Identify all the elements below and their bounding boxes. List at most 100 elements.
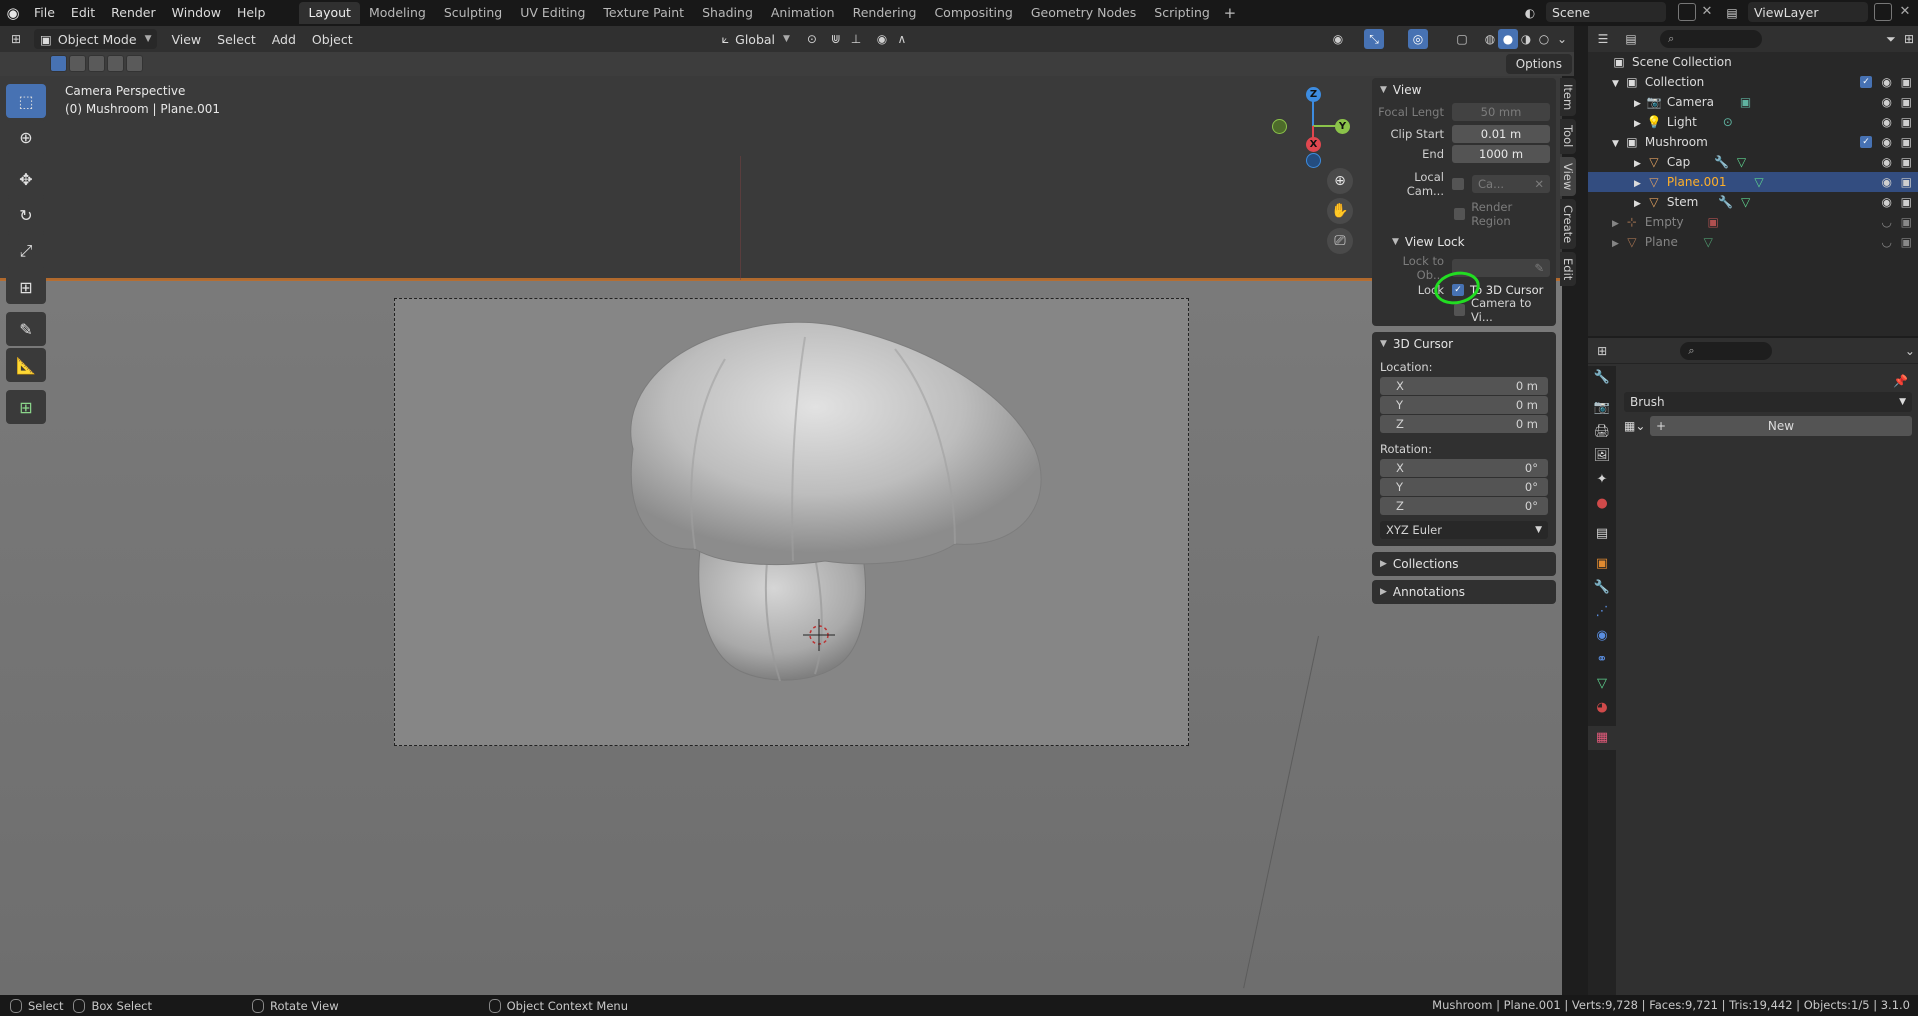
cursor-location-x[interactable]: X0 m — [1380, 377, 1548, 395]
mesh-data-icon[interactable]: ▽ — [1754, 175, 1763, 189]
tab-shading[interactable]: Shading — [693, 2, 762, 24]
transform-tool-icon[interactable]: ⊞ — [6, 270, 46, 304]
local-camera-field[interactable]: Ca... ✕ — [1472, 175, 1550, 193]
eye-icon[interactable]: ◉ — [1882, 92, 1892, 112]
tab-sculpting[interactable]: Sculpting — [435, 2, 511, 24]
render-camera-icon[interactable]: ▣ — [1901, 232, 1912, 252]
brush-dropdown[interactable]: Brush ▼ — [1624, 392, 1912, 412]
pin-icon[interactable]: 📌 — [1893, 374, 1908, 388]
rotate-tool-icon[interactable]: ↻ — [6, 198, 46, 232]
view-lock-header[interactable]: ▼ View Lock — [1372, 230, 1556, 254]
expand-arrow-icon[interactable]: ▼ — [1612, 79, 1619, 89]
cursor-location-z[interactable]: Z0 m — [1380, 415, 1548, 433]
outliner-row-mushroom[interactable]: ▼ ▣ Mushroom ✓ ◉ ▣ — [1588, 132, 1918, 152]
tab-view[interactable]: View — [1560, 156, 1576, 196]
expand-arrow-icon[interactable]: ▶ — [1612, 219, 1619, 229]
filter-icon[interactable]: ⏷ — [1882, 29, 1900, 49]
outliner-row-plane[interactable]: ▶ ▽ Plane ▽ ◡ ▣ — [1588, 232, 1918, 252]
gizmo-x-axis[interactable]: X — [1306, 137, 1321, 152]
gizmo-y-axis[interactable]: Y — [1335, 119, 1350, 134]
menu-select[interactable]: Select — [209, 32, 264, 47]
new-texture-button[interactable]: + New — [1650, 416, 1912, 436]
tab-compositing[interactable]: Compositing — [925, 2, 1021, 24]
tab-geometry-nodes[interactable]: Geometry Nodes — [1022, 2, 1145, 24]
texture-browse-button[interactable]: ▦⌄ — [1624, 416, 1648, 436]
mesh-data-icon[interactable]: ▽ — [1741, 195, 1750, 209]
mesh-data-icon[interactable]: ▽ — [1737, 155, 1746, 169]
particles-tab-icon[interactable]: ⋰ — [1588, 600, 1616, 624]
cursor-rotation-z[interactable]: Z 0° — [1380, 497, 1548, 515]
measure-tool-icon[interactable]: 📐 — [6, 348, 46, 382]
properties-search-input[interactable]: ⌕ — [1680, 341, 1772, 360]
render-tab-icon[interactable]: 📷 — [1588, 396, 1616, 420]
object-tab-icon[interactable]: ▣ — [1588, 552, 1616, 576]
outliner-row-scene-collection[interactable]: ▣ Scene Collection — [1588, 52, 1918, 72]
properties-editor-type-icon[interactable]: ⊞ — [1594, 341, 1610, 361]
collections-header[interactable]: ▶ Collections — [1372, 552, 1556, 576]
tab-item[interactable]: Item — [1560, 78, 1576, 117]
outliner-row-cap[interactable]: ▶ ▽ Cap 🔧 ▽ ◉ ▣ — [1588, 152, 1918, 172]
data-tab-icon[interactable]: ▽ — [1588, 672, 1616, 696]
gizmo-z-axis[interactable]: Z — [1306, 87, 1321, 102]
select-extend-icon[interactable] — [69, 55, 86, 72]
world-tab-icon[interactable]: ● — [1588, 492, 1616, 516]
modifier-wrench-icon[interactable]: 🔧 — [1718, 195, 1733, 209]
select-box-tool-icon[interactable]: ⬚ — [6, 84, 46, 118]
tab-scripting[interactable]: Scripting — [1145, 2, 1219, 24]
tab-create[interactable]: Create — [1560, 198, 1576, 250]
visibility-icon[interactable]: ◉ — [1328, 29, 1348, 49]
expand-arrow-icon[interactable]: ▼ — [1612, 139, 1619, 149]
menu-file[interactable]: File — [26, 2, 63, 24]
view-layer-tab-icon[interactable]: 🖼 — [1588, 444, 1616, 468]
constraints-tab-icon[interactable]: ⚭ — [1588, 648, 1616, 672]
navigation-gizmo[interactable]: Z Y X — [1272, 84, 1352, 168]
render-camera-icon[interactable]: ▣ — [1901, 132, 1912, 152]
clear-icon[interactable]: ✕ — [1534, 175, 1544, 193]
cursor-rotation-x[interactable]: X 0° — [1380, 459, 1548, 477]
overlay-toggle-icon[interactable]: ◎ — [1408, 29, 1428, 49]
3d-viewport[interactable]: Camera Perspective (0) Mushroom | Plane.… — [0, 76, 1562, 995]
expand-arrow-icon[interactable]: ▶ — [1634, 99, 1641, 109]
outliner-row-empty[interactable]: ▶ ⊹ Empty ▣ ◡ ▣ — [1588, 212, 1918, 232]
select-intersect-icon[interactable] — [126, 55, 143, 72]
menu-window[interactable]: Window — [164, 2, 229, 24]
exclude-checkbox[interactable]: ✓ — [1860, 136, 1872, 148]
cursor-location-y[interactable]: Y0 m — [1380, 396, 1548, 414]
eye-icon[interactable]: ◉ — [1882, 172, 1892, 192]
render-camera-icon[interactable]: ▣ — [1901, 152, 1912, 172]
tab-animation[interactable]: Animation — [762, 2, 844, 24]
mesh-data-icon[interactable]: ▽ — [1704, 235, 1713, 249]
light-data-icon[interactable]: ⊙ — [1723, 115, 1733, 129]
render-camera-icon[interactable]: ▣ — [1901, 72, 1912, 92]
outliner-editor-type-icon[interactable]: ☰ — [1594, 29, 1612, 49]
expand-arrow-icon[interactable]: ▶ — [1634, 199, 1641, 209]
add-cube-tool-icon[interactable]: ⊞ — [6, 390, 46, 424]
orientation-dropdown[interactable]: ⟀ Global ▼ — [716, 29, 796, 49]
scene-selector[interactable]: Scene — [1546, 2, 1666, 22]
expand-arrow-icon[interactable]: ▶ — [1634, 179, 1641, 189]
eye-icon[interactable]: ◉ — [1882, 132, 1892, 152]
eye-icon[interactable]: ◉ — [1882, 112, 1892, 132]
scene-type-icon[interactable]: ◐ — [1520, 3, 1540, 23]
pivot-point-icon[interactable]: ⊙ — [802, 29, 822, 49]
falloff-icon[interactable]: ∧ — [892, 29, 912, 49]
display-mode-icon[interactable]: ▤ — [1622, 29, 1640, 49]
scale-tool-icon[interactable]: ⤢ — [6, 234, 46, 268]
eye-icon[interactable]: ◉ — [1882, 192, 1892, 212]
menu-view[interactable]: View — [163, 32, 209, 47]
eye-closed-icon[interactable]: ◡ — [1882, 212, 1892, 232]
texture-tab-icon[interactable]: ▦ — [1588, 726, 1616, 750]
annotate-tool-icon[interactable]: ✎ — [6, 312, 46, 346]
eye-closed-icon[interactable]: ◡ — [1882, 232, 1892, 252]
modifier-wrench-icon[interactable]: 🔧 — [1714, 155, 1729, 169]
output-tab-icon[interactable]: 🖨 — [1588, 420, 1616, 444]
outliner-row-stem[interactable]: ▶ ▽ Stem 🔧 ▽ ◉ ▣ — [1588, 192, 1918, 212]
material-tab-icon[interactable]: ◕ — [1588, 696, 1616, 720]
annotations-header[interactable]: ▶ Annotations — [1372, 580, 1556, 604]
eye-icon[interactable]: ◉ — [1882, 152, 1892, 172]
mode-dropdown[interactable]: ▣ Object Mode ▼ — [34, 29, 158, 49]
snap-target-icon[interactable]: ⊥ — [846, 29, 866, 49]
camera-view-icon[interactable]: ⎚ — [1327, 228, 1353, 254]
local-camera-checkbox[interactable] — [1452, 178, 1464, 190]
tab-rendering[interactable]: Rendering — [844, 2, 926, 24]
